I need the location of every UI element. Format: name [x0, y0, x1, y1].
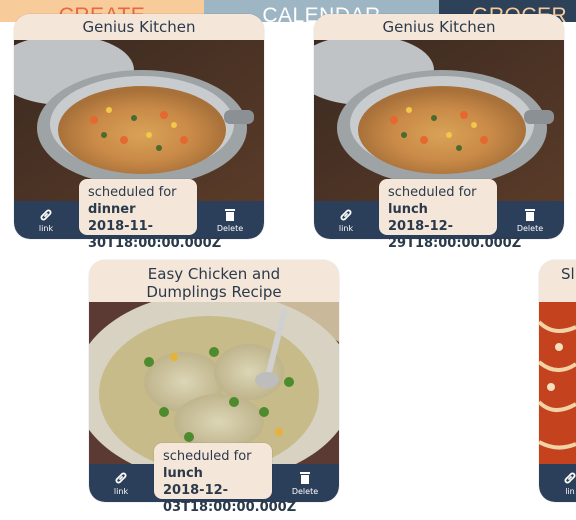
link-icon [115, 472, 127, 484]
link-button[interactable]: lin [555, 471, 576, 497]
recipe-photo [14, 40, 264, 202]
trash-icon [525, 209, 535, 221]
schedule-date: 2018-12- [388, 219, 454, 234]
recipe-card: Genius Kitchen link Delete scheduled for… [14, 14, 264, 251]
link-button[interactable]: link [26, 208, 66, 234]
schedule-info: scheduled for lunch 2018-12- 03T18:00:00… [154, 443, 296, 515]
schedule-info: scheduled for dinner 2018-11- 30T18:00:0… [79, 179, 221, 251]
recipe-card: Easy Chicken and Dumplings Recipe link D… [89, 260, 339, 515]
meal-type: lunch [388, 202, 428, 217]
card-title: Genius Kitchen [14, 14, 264, 40]
schedule-date-time: 30T18:00:00.000Z [88, 236, 222, 251]
trash-icon [300, 472, 310, 484]
meal-type: dinner [88, 202, 136, 217]
schedule-date-time: 03T18:00:00.000Z [163, 500, 297, 515]
link-icon [40, 209, 52, 221]
card-title: Genius Kitchen [314, 14, 564, 40]
card-title: Easy Chicken and Dumplings Recipe [89, 260, 339, 302]
recipe-card: Sl lin [539, 260, 576, 502]
delete-button[interactable]: Delete [285, 471, 325, 497]
link-icon [340, 209, 352, 221]
link-icon [564, 472, 576, 484]
delete-button[interactable]: Delete [210, 208, 250, 234]
schedule-date: 2018-12- [163, 483, 229, 498]
trash-icon [225, 209, 235, 221]
recipe-photo [539, 302, 576, 464]
schedule-info: scheduled for lunch 2018-12- 29T18:00:00… [379, 179, 521, 251]
card-title: Sl [539, 260, 576, 302]
recipe-photo [89, 302, 339, 464]
schedule-date-time: 29T18:00:00.000Z [388, 236, 522, 251]
link-button[interactable]: link [326, 208, 366, 234]
link-button[interactable]: link [101, 471, 141, 497]
recipe-card: Genius Kitchen link Delete scheduled for… [314, 14, 564, 251]
recipe-photo [314, 40, 564, 202]
schedule-date: 2018-11- [88, 219, 154, 234]
meal-type: lunch [163, 466, 203, 481]
delete-button[interactable]: Delete [510, 208, 550, 234]
